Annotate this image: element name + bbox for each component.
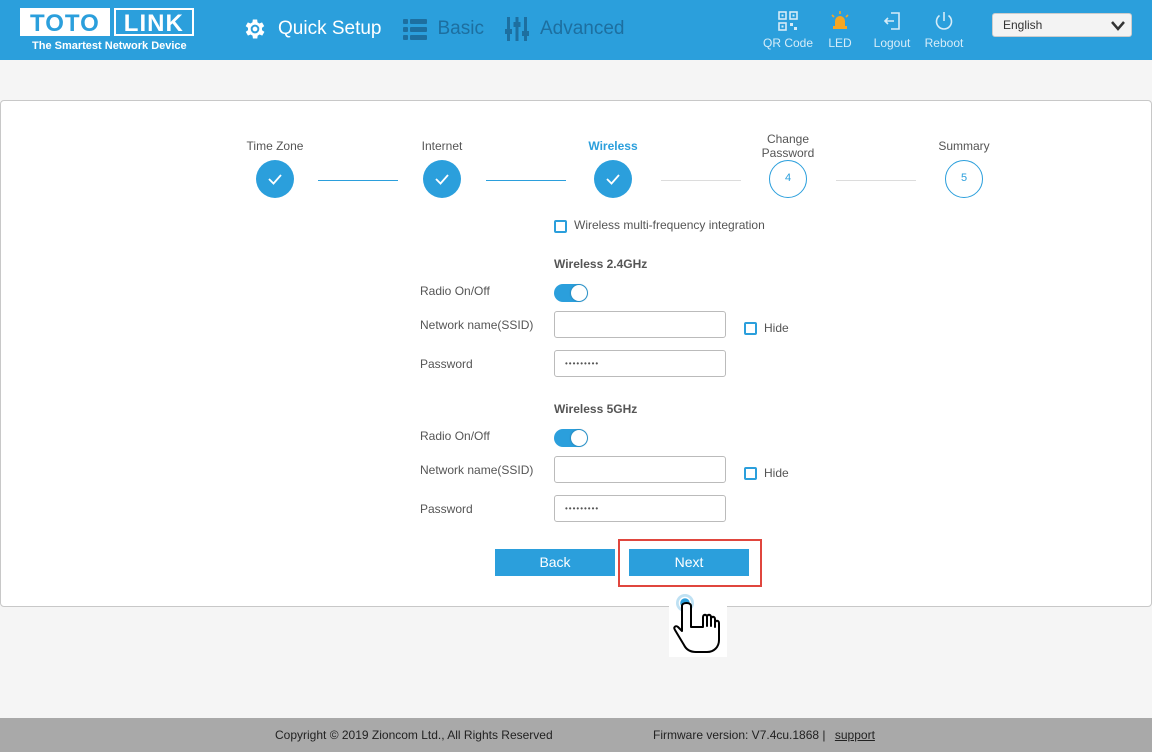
- step-wireless-label: Wireless: [588, 139, 638, 153]
- led-icon: [831, 11, 849, 29]
- band-24-title: Wireless 2.4GHz: [554, 257, 648, 271]
- step-connector: [318, 180, 398, 181]
- band-5-radio-label: Radio On/Off: [420, 429, 490, 443]
- check-icon: [268, 174, 282, 185]
- band-5-hide-checkbox[interactable]: [744, 467, 757, 480]
- band-5-password-input[interactable]: [554, 495, 726, 522]
- step-internet: Internet: [392, 139, 492, 153]
- reboot-button[interactable]: Reboot: [918, 10, 970, 50]
- reboot-label: Reboot: [924, 36, 964, 50]
- check-icon: [435, 174, 449, 185]
- step-time-zone-label: Time Zone: [246, 139, 304, 153]
- band-5-radio-toggle[interactable]: [554, 429, 588, 447]
- back-button[interactable]: Back: [495, 549, 615, 576]
- band-5-ssid-input[interactable]: [554, 456, 726, 483]
- chevron-down-icon: [1111, 21, 1125, 31]
- qr-code-button[interactable]: QR Code: [762, 10, 814, 50]
- logo-tagline: The Smartest Network Device: [32, 40, 187, 52]
- led-label: LED: [828, 36, 852, 50]
- nav-basic[interactable]: Basic: [402, 16, 484, 42]
- support-link[interactable]: support: [835, 728, 875, 742]
- qr-code-label: QR Code: [762, 36, 814, 50]
- band-24-radio-toggle[interactable]: [554, 284, 588, 302]
- firmware-info: Firmware version: V7.4cu.1868 | support: [653, 728, 875, 742]
- sliders-icon: [504, 17, 529, 41]
- step-time-zone-circle: [256, 160, 294, 198]
- nav-advanced[interactable]: Advanced: [504, 16, 625, 42]
- gear-icon: [245, 19, 265, 39]
- click-pointer-overlay: [669, 589, 727, 657]
- step-wireless: Wireless: [563, 139, 663, 153]
- band-5-password-label: Password: [420, 502, 473, 516]
- band-24-password-label: Password: [420, 357, 473, 371]
- band-5-title: Wireless 5GHz: [554, 402, 638, 416]
- band-5-hide-label: Hide: [764, 466, 789, 480]
- band-24-hide-label: Hide: [764, 321, 789, 335]
- main-nav: Quick Setup Basic Advanced: [242, 14, 644, 44]
- hand-pointer-icon: [673, 594, 720, 653]
- step-connector: [661, 180, 741, 181]
- step-change-password: Change Password: [738, 132, 838, 160]
- step-summary: Summary: [914, 139, 1014, 153]
- step-change-password-label-1: Change: [766, 132, 810, 146]
- band-24-hide-checkbox[interactable]: [744, 322, 757, 335]
- language-select[interactable]: English: [992, 13, 1132, 37]
- band-24-radio-label: Radio On/Off: [420, 284, 490, 298]
- band-24-password-input[interactable]: [554, 350, 726, 377]
- logo-part-toto: TOTO: [20, 8, 110, 37]
- step-change-password-label-2: Password: [761, 146, 815, 160]
- copyright-text: Copyright © 2019 Zioncom Ltd., All Right…: [275, 728, 553, 742]
- list-icon: [402, 19, 427, 40]
- check-icon: [606, 174, 620, 185]
- nav-quick-setup[interactable]: Quick Setup: [242, 16, 382, 42]
- power-icon: [935, 12, 953, 30]
- step-connector: [486, 180, 566, 181]
- next-button[interactable]: Next: [629, 549, 749, 576]
- band-24-ssid-input[interactable]: [554, 311, 726, 338]
- language-value: English: [1003, 18, 1043, 32]
- step-change-password-circle: 4: [769, 160, 807, 198]
- nav-basic-label: Basic: [437, 18, 484, 39]
- step-connector: [836, 180, 916, 181]
- page-footer: Copyright © 2019 Zioncom Ltd., All Right…: [0, 718, 1152, 752]
- step-summary-label: Summary: [938, 139, 990, 153]
- multi-frequency-checkbox[interactable]: [554, 220, 567, 233]
- totolink-logo[interactable]: TOTO LINK The Smartest Network Device: [20, 8, 200, 54]
- nav-advanced-label: Advanced: [539, 18, 625, 39]
- wizard-panel: Time Zone Internet Wireless Change Passw…: [0, 100, 1152, 607]
- logout-icon: [883, 12, 900, 30]
- step-time-zone: Time Zone: [225, 139, 325, 153]
- led-button[interactable]: LED: [814, 10, 866, 50]
- firmware-version: Firmware version: V7.4cu.1868 |: [653, 728, 826, 742]
- step-summary-circle: 5: [945, 160, 983, 198]
- header-toolbar: QR Code LED Logout Reboot: [762, 10, 970, 50]
- qr-code-icon: [778, 11, 798, 31]
- logo-part-link: LINK: [113, 8, 194, 37]
- band-5-ssid-label: Network name(SSID): [420, 463, 534, 477]
- band-24-ssid-label: Network name(SSID): [420, 318, 534, 332]
- multi-frequency-label: Wireless multi-frequency integration: [574, 218, 765, 232]
- step-wireless-circle: [594, 160, 632, 198]
- step-internet-label: Internet: [421, 139, 463, 153]
- step-internet-circle: [423, 160, 461, 198]
- top-header: TOTO LINK The Smartest Network Device Qu…: [0, 0, 1152, 60]
- nav-quick-setup-label: Quick Setup: [278, 18, 382, 39]
- logout-button[interactable]: Logout: [866, 10, 918, 50]
- logout-label: Logout: [873, 36, 911, 50]
